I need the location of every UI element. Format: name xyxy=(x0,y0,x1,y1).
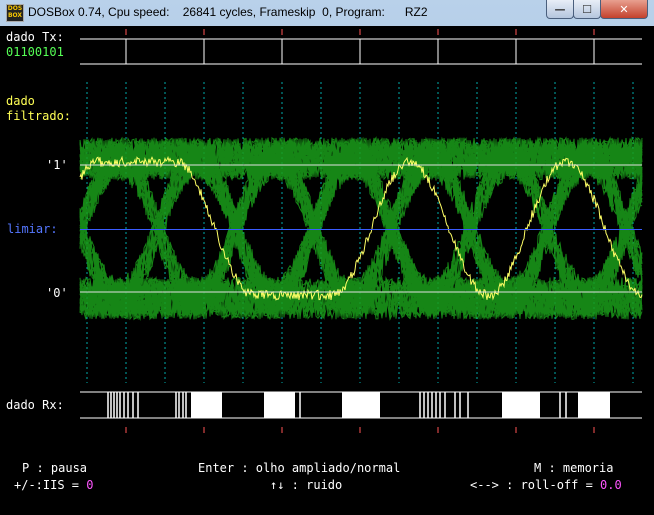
rx-label: dado Rx: xyxy=(6,398,64,412)
minimize-button[interactable]: — xyxy=(546,0,574,19)
close-icon: ✕ xyxy=(619,2,629,16)
close-button[interactable]: ✕ xyxy=(600,0,648,19)
isi-hint: +/-:IIS = 0 xyxy=(14,478,93,492)
level-one-label: '1' xyxy=(46,158,68,172)
maximize-button[interactable]: ☐ xyxy=(573,0,601,19)
tx-frame xyxy=(80,38,642,65)
tx-tick-marks xyxy=(125,29,595,35)
rx-jitter-edges xyxy=(107,392,567,418)
isi-value: 0 xyxy=(86,478,94,492)
eye-diagram-display xyxy=(79,29,643,433)
filtered-label-line1: dado xyxy=(6,94,35,108)
title-bar[interactable]: DOS BOX DOSBox 0.74, Cpu speed: 26841 cyc… xyxy=(0,0,654,26)
noise-hint: ↑↓ : ruido xyxy=(270,478,343,492)
rolloff-value: 0.0 xyxy=(600,478,622,492)
rolloff-hint: <--> : roll-off = 0.0 xyxy=(470,478,622,492)
dos-screen[interactable]: dado Tx: 01100101 dado filtrado: '1' lim… xyxy=(0,26,654,515)
isi-label: +/-:IIS = xyxy=(14,478,87,492)
dosbox-window: DOS BOX DOSBox 0.74, Cpu speed: 26841 cyc… xyxy=(0,0,654,515)
tx-label: dado Tx: xyxy=(6,30,64,44)
filtered-label-line2: filtrado: xyxy=(6,109,72,123)
rx-high-block xyxy=(502,392,540,418)
rx-high-block xyxy=(578,392,610,418)
rx-high-block xyxy=(191,392,222,418)
dosbox-icon: DOS BOX xyxy=(6,4,24,22)
level-zero-label: '0' xyxy=(46,286,68,300)
tx-bits: 01100101 xyxy=(6,45,64,59)
memory-hint: M : memoria xyxy=(534,461,614,475)
rx-high-block xyxy=(342,392,380,418)
rolloff-label: <--> : roll-off = xyxy=(470,478,601,492)
eye-zoom-hint: Enter : olho ampliado/normal xyxy=(198,461,401,475)
threshold-label: limiar: xyxy=(7,222,58,236)
window-title: DOSBox 0.74, Cpu speed: 26841 cycles, Fr… xyxy=(28,5,428,19)
tx-bit-boundaries xyxy=(125,39,595,64)
maximize-icon: ☐ xyxy=(582,2,592,16)
minimize-icon: — xyxy=(554,2,566,16)
rx-tick-marks xyxy=(125,427,595,433)
pause-hint: P : pausa xyxy=(22,461,88,475)
